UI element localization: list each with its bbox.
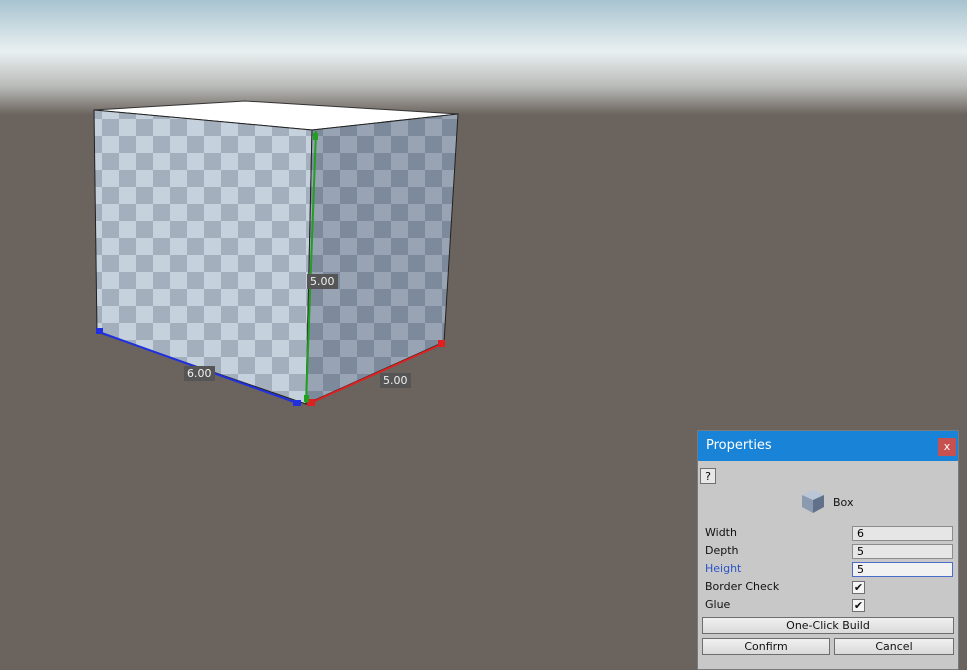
width-dimension-label: 6.00 bbox=[184, 366, 215, 381]
confirm-button[interactable]: Confirm bbox=[702, 638, 830, 655]
height-dimension-label: 5.00 bbox=[307, 274, 338, 289]
y-handle-bottom[interactable] bbox=[304, 395, 309, 402]
close-icon[interactable]: x bbox=[938, 438, 956, 456]
y-handle-top[interactable] bbox=[313, 133, 318, 140]
panel-titlebar[interactable]: Properties x bbox=[698, 431, 958, 461]
z-handle-end[interactable] bbox=[293, 400, 301, 406]
help-button[interactable]: ? bbox=[700, 468, 716, 484]
z-handle-start[interactable] bbox=[96, 328, 103, 334]
border-check-checkbox[interactable]: ✔ bbox=[852, 581, 865, 594]
width-label: Width bbox=[705, 526, 737, 539]
depth-label: Depth bbox=[705, 544, 739, 557]
glue-checkbox[interactable]: ✔ bbox=[852, 599, 865, 612]
glue-label: Glue bbox=[705, 598, 731, 611]
sky bbox=[0, 0, 967, 115]
depth-field[interactable] bbox=[852, 544, 953, 559]
height-label: Height bbox=[705, 562, 742, 575]
properties-panel: Properties x ? Box Width Depth Height Bo… bbox=[697, 430, 959, 670]
object-name: Box bbox=[833, 496, 854, 509]
height-field[interactable] bbox=[852, 562, 953, 577]
cube-icon bbox=[802, 490, 824, 513]
border-check-label: Border Check bbox=[705, 580, 780, 593]
cancel-button[interactable]: Cancel bbox=[834, 638, 954, 655]
depth-dimension-label: 5.00 bbox=[380, 373, 411, 388]
one-click-build-button[interactable]: One-Click Build bbox=[702, 617, 954, 634]
width-field[interactable] bbox=[852, 526, 953, 541]
panel-title: Properties bbox=[706, 438, 772, 453]
x-handle-end[interactable] bbox=[438, 340, 445, 347]
